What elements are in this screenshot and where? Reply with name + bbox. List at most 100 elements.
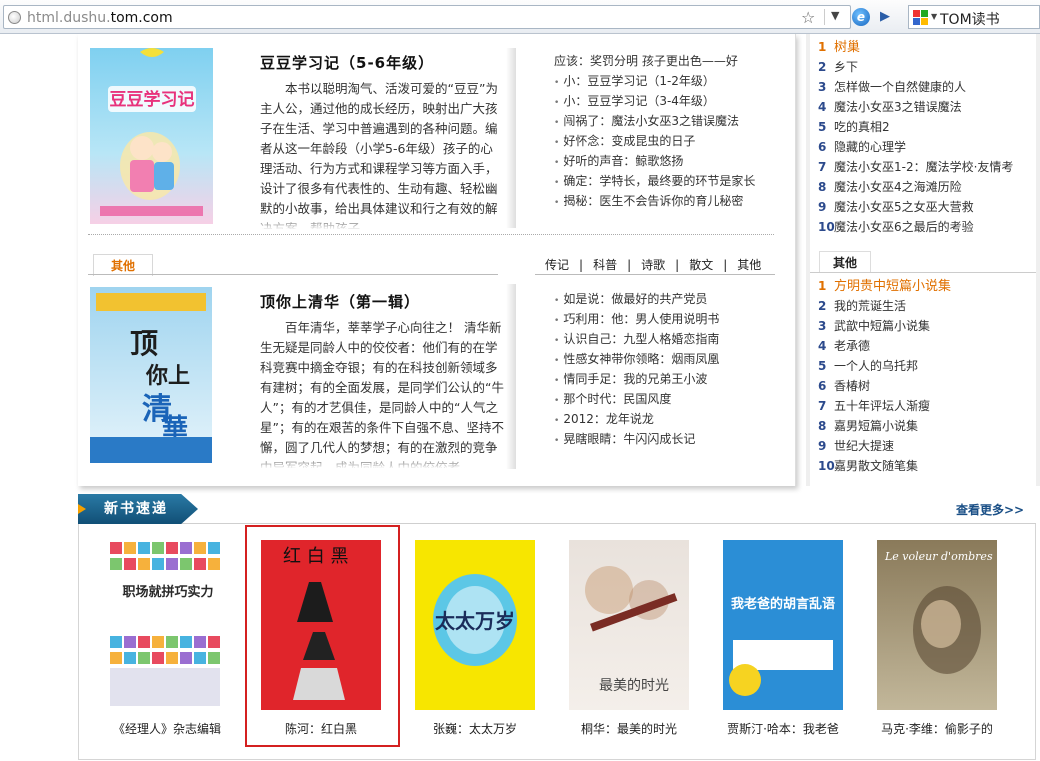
ranking-item[interactable]: 4 老承德 bbox=[818, 336, 951, 356]
new-book-cover-title: 太太万岁 bbox=[435, 609, 515, 633]
bullet-icon: • bbox=[554, 316, 560, 326]
list-item[interactable]: • 认识自己：九型人格婚恋指南 bbox=[554, 329, 719, 349]
ranking-item[interactable]: 10嘉男散文随笔集 bbox=[818, 456, 951, 476]
list-item[interactable]: • 2012：龙年说龙 bbox=[554, 409, 719, 429]
ranking-item[interactable]: 9 魔法小女巫5之女巫大营救 bbox=[818, 197, 1013, 217]
list-item[interactable]: • 情同手足：我的兄弟王小波 bbox=[554, 369, 719, 389]
new-book-cover-title: 职场就拼巧实力 bbox=[122, 584, 213, 600]
ranking-list-1: 1 树巢 2 乡下 3 怎样做一个自然健康的人 4 魔法小女巫3之错误魔法 5 吃的真相2… bbox=[818, 37, 1013, 237]
book-title[interactable]: 豆豆学习记（5-6年级） bbox=[260, 52, 434, 73]
ranking-item[interactable]: 6 隐藏的心理学 bbox=[818, 137, 1013, 157]
new-book-cover[interactable]: 职场就拼巧实力 bbox=[108, 540, 228, 710]
ranking-item[interactable]: 9 世纪大提速 bbox=[818, 436, 951, 456]
text-fade bbox=[260, 455, 504, 469]
divider bbox=[535, 274, 775, 275]
search-box[interactable]: ▼ TOM读书 bbox=[908, 5, 1040, 29]
new-book-cover-title: Le voleur d'ombres bbox=[884, 550, 993, 563]
section-title: 新书速递 bbox=[78, 494, 198, 524]
bullet-icon: • bbox=[554, 78, 560, 88]
list-item[interactable]: • 好听的声音：鲸歌悠扬 bbox=[554, 151, 755, 171]
category-nav: 传记 | 科普 | 诗歌 | 散文 | 其他 bbox=[545, 258, 762, 272]
globe-icon bbox=[8, 11, 21, 24]
tab-other-ranking[interactable]: 其他 bbox=[819, 251, 871, 273]
list-item[interactable]: • 晃瞎眼睛：牛闪闪成长记 bbox=[554, 429, 719, 449]
ranking-item[interactable]: 7 五十年评坛人渐瘦 bbox=[818, 396, 951, 416]
ranking-item[interactable]: 6 香椿树 bbox=[818, 376, 951, 396]
ranking-item[interactable]: 10魔法小女巫6之最后的考验 bbox=[818, 217, 1013, 237]
list-item[interactable]: • 那个时代：民国风度 bbox=[554, 389, 719, 409]
column-shadow bbox=[506, 48, 516, 228]
divider bbox=[88, 234, 774, 235]
ranking-item[interactable]: 4 魔法小女巫3之错误魔法 bbox=[818, 97, 1013, 117]
book-title[interactable]: 顶你上清华（第一辑） bbox=[260, 291, 420, 312]
ranking-item[interactable]: 2 我的荒诞生活 bbox=[818, 296, 951, 316]
view-more-link[interactable]: 查看更多>> bbox=[956, 501, 1024, 518]
divider bbox=[824, 9, 825, 25]
category-poetry[interactable]: 诗歌 bbox=[641, 258, 665, 272]
list-item[interactable]: • 如是说：做最好的共产党员 bbox=[554, 289, 719, 309]
book-description: 本书以聪明淘气、活泼可爱的“豆豆”为主人公，通过他的成长经历，映射出广大孩子在生… bbox=[260, 81, 498, 229]
book-cover[interactable]: 顶 你上 清 華 bbox=[90, 287, 212, 463]
text-fade bbox=[260, 216, 504, 230]
ranking-item[interactable]: 5 吃的真相2 bbox=[818, 117, 1013, 137]
ranking-item[interactable]: 1 方明贵中短篇小说集 bbox=[818, 276, 951, 296]
go-button[interactable]: ▶ bbox=[880, 9, 890, 24]
ie-compat-icon[interactable]: e bbox=[852, 8, 870, 26]
book-cover[interactable]: 豆豆学习记 bbox=[90, 48, 213, 224]
list-item[interactable]: • 性感女神带你领略：烟雨凤凰 bbox=[554, 349, 719, 369]
ranking-item[interactable]: 8 嘉男短篇小说集 bbox=[818, 416, 951, 436]
search-engine-logo-icon bbox=[913, 10, 929, 26]
ranking-item[interactable]: 3 武歆中短篇小说集 bbox=[818, 316, 951, 336]
book-cover-title: 豆豆学习记 bbox=[110, 89, 195, 110]
new-book-caption[interactable]: 马克·李维：偷影子的 bbox=[862, 720, 1012, 737]
new-books-header bbox=[78, 494, 1036, 524]
new-book-cover[interactable]: 太太万岁 bbox=[415, 540, 535, 710]
list-item[interactable]: • 揭秘：医生不会告诉你的育儿秘密 bbox=[554, 191, 755, 211]
ranking-list-2: 1 方明贵中短篇小说集 2 我的荒诞生活 3 武歆中短篇小说集 4 老承德 5 一个人的乌… bbox=[818, 276, 951, 476]
new-book-caption[interactable]: 桐华：最美的时光 bbox=[554, 720, 704, 737]
list-item[interactable]: • 小：豆豆学习记（3-4年级） bbox=[554, 91, 755, 111]
category-biography[interactable]: 传记 bbox=[545, 258, 569, 272]
column-shadow bbox=[506, 284, 516, 469]
new-book-cover[interactable]: 我老爸的胡言乱语 bbox=[723, 540, 843, 710]
bullet-icon: • bbox=[554, 138, 560, 148]
list-item[interactable]: 应该：奖罚分明 孩子更出色——好 bbox=[554, 51, 755, 71]
address-url[interactable]: html.dushu.tom.com bbox=[27, 10, 173, 26]
chevron-down-icon[interactable]: ▼ bbox=[831, 9, 839, 22]
bookmark-star-icon[interactable]: ☆ bbox=[801, 8, 815, 27]
list-item[interactable]: • 巧利用：他：男人使用说明书 bbox=[554, 309, 719, 329]
bullet-icon: • bbox=[554, 356, 560, 366]
selection-highlight bbox=[245, 525, 400, 747]
ranking-item[interactable]: 5 一个人的乌托邦 bbox=[818, 356, 951, 376]
bullet-icon: • bbox=[554, 158, 560, 168]
category-science[interactable]: 科普 bbox=[593, 258, 617, 272]
new-book-cover-title: 我老爸的胡言乱语 bbox=[731, 596, 835, 612]
ranking-item[interactable]: 7 魔法小女巫1-2：魔法学校·友情考 bbox=[818, 157, 1013, 177]
search-engine-label: TOM读书 bbox=[940, 12, 1000, 28]
svg-text:你上: 你上 bbox=[145, 363, 190, 389]
divider bbox=[810, 272, 1036, 273]
bullet-icon: • bbox=[554, 98, 560, 108]
list-item[interactable]: • 闯祸了：魔法小女巫3之错误魔法 bbox=[554, 111, 755, 131]
page-content: 豆豆学习记 豆豆学习记（5-6年级） 本书以聪明淘气、活泼可爱的“豆豆”为主人公… bbox=[0, 34, 1040, 761]
ranking-item[interactable]: 2 乡下 bbox=[818, 57, 1013, 77]
new-book-caption[interactable]: 张巍：太太万岁 bbox=[400, 720, 550, 737]
bullet-icon: • bbox=[554, 198, 560, 208]
new-book-caption[interactable]: 贾斯汀·哈本：我老爸 bbox=[708, 720, 858, 737]
ranking-item[interactable]: 3 怎样做一个自然健康的人 bbox=[818, 77, 1013, 97]
new-book-caption[interactable]: 《经理人》杂志编辑 bbox=[92, 720, 242, 737]
address-bar[interactable]: html.dushu.tom.com ☆ ▼ bbox=[3, 5, 851, 29]
book-list-1: 应该：奖罚分明 孩子更出色——好 • 小：豆豆学习记（1-2年级） • 小：豆豆学习… bbox=[554, 51, 755, 211]
browser-toolbar: html.dushu.tom.com ☆ ▼ e ▶ ▼ TOM读书 bbox=[0, 0, 1040, 34]
chevron-down-icon[interactable]: ▼ bbox=[931, 12, 937, 21]
list-item[interactable]: • 小：豆豆学习记（1-2年级） bbox=[554, 71, 755, 91]
category-other[interactable]: 其他 bbox=[737, 258, 761, 272]
new-book-cover[interactable]: 最美的时光 bbox=[569, 540, 689, 710]
ranking-item[interactable]: 1 树巢 bbox=[818, 37, 1013, 57]
category-essay[interactable]: 散文 bbox=[689, 258, 713, 272]
tab-other[interactable]: 其他 bbox=[93, 254, 153, 276]
new-book-cover[interactable]: Le voleur d'ombres bbox=[877, 540, 997, 710]
list-item[interactable]: • 好怀念：变成昆虫的日子 bbox=[554, 131, 755, 151]
ranking-item[interactable]: 8 魔法小女巫4之海滩历险 bbox=[818, 177, 1013, 197]
list-item[interactable]: • 确定：学特长，最终要的环节是家长 bbox=[554, 171, 755, 191]
